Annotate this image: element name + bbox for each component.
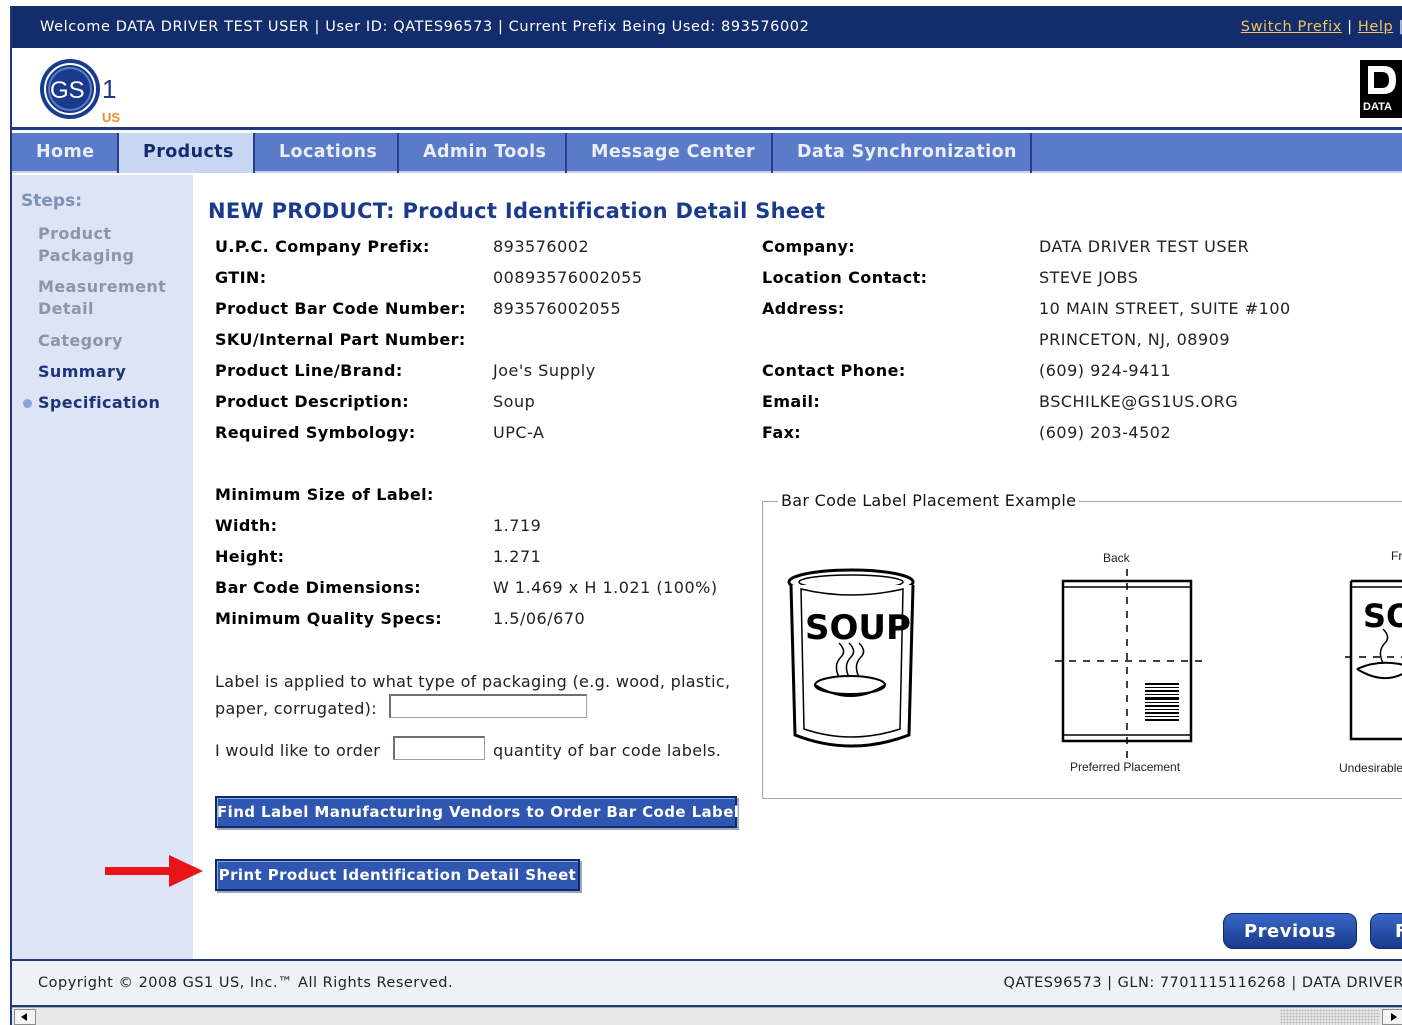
symbology-label: Required Symbology: — [215, 423, 416, 442]
gtin-value: 00893576002055 — [493, 268, 643, 287]
link-separator: | — [1393, 19, 1402, 35]
help-link[interactable]: Help — [1358, 19, 1393, 35]
address-label: Address: — [762, 299, 845, 318]
prefix-label: U.P.C. Company Prefix: — [215, 237, 430, 256]
gs1-logo-us: US — [102, 110, 120, 125]
steps-title: Steps: — [21, 191, 82, 211]
nav-admin-tools[interactable]: Admin Tools — [399, 133, 567, 173]
min-label-size-label: Minimum Size of Label: — [215, 485, 434, 504]
company-value: DATA DRIVER TEST USER — [1039, 237, 1250, 256]
steps-sidebar: Steps: Product Packaging Measurement Det… — [12, 175, 193, 959]
step-product-packaging-1[interactable]: Product — [38, 223, 111, 245]
step-specification[interactable]: Specification — [38, 392, 160, 414]
scrollbar-track[interactable] — [1280, 1009, 1380, 1025]
location-contact-value: STEVE JOBS — [1039, 268, 1139, 287]
nav-locations[interactable]: Locations — [255, 133, 399, 173]
address-line-1: 10 MAIN STREET, SUITE #100 — [1039, 299, 1291, 318]
top-welcome-bar: Welcome DATA DRIVER TEST USER | User ID:… — [12, 6, 1402, 48]
page-title: NEW PRODUCT: Product Identification Deta… — [208, 199, 826, 223]
footer-user-info: QATES96573 | GLN: 7701115116268 | DATA D… — [1003, 975, 1402, 991]
preferred-placement-diagram — [1055, 569, 1205, 759]
nav-home[interactable]: Home — [12, 133, 119, 173]
preferred-placement-caption: Preferred Placement — [1070, 760, 1181, 774]
find-vendors-button[interactable]: Find Label Manufacturing Vendors to Orde… — [215, 796, 748, 828]
symbology-value: UPC-A — [493, 423, 545, 442]
product-description-label: Product Description: — [215, 392, 410, 411]
email-label: Email: — [762, 392, 821, 411]
company-label: Company: — [762, 237, 856, 256]
scroll-left-icon — [21, 1013, 27, 1021]
print-detail-sheet-button[interactable]: Print Product Identification Detail Shee… — [215, 859, 580, 891]
soup-partial-text: SOU — [1363, 597, 1402, 635]
packaging-type-input[interactable] — [389, 694, 587, 718]
previous-button[interactable]: Previous — [1223, 913, 1357, 949]
current-step-bullet-icon — [23, 399, 32, 408]
next-button[interactable]: F — [1370, 913, 1402, 949]
email-value: BSCHILKE@GS1US.ORG — [1039, 392, 1239, 411]
barcode-dimensions-value: W 1.469 x H 1.021 (100%) — [493, 578, 718, 597]
barcode-number-label: Product Bar Code Number: — [215, 299, 466, 318]
red-annotation-arrow-icon — [105, 855, 203, 887]
gs1-us-logo[interactable]: GS 1 US — [38, 56, 128, 126]
address-line-2: PRINCETON, NJ, 08909 — [1039, 330, 1230, 349]
barcode-dimensions-label: Bar Code Dimensions: — [215, 578, 422, 597]
packaging-question-line-2: paper, corrugated): — [215, 699, 377, 718]
height-label: Height: — [215, 547, 285, 566]
order-suffix-text: quantity of bar code labels. — [493, 741, 722, 760]
copyright-text: Copyright © 2008 GS1 US, Inc.™ All Right… — [38, 975, 454, 991]
order-prefix-text: I would like to order — [215, 741, 381, 760]
horizontal-scrollbar[interactable] — [12, 1007, 1402, 1025]
sku-label: SKU/Internal Part Number: — [215, 330, 466, 349]
step-summary[interactable]: Summary — [38, 361, 126, 383]
fax-label: Fax: — [762, 423, 802, 442]
height-value: 1.271 — [493, 547, 542, 566]
main-nav: Home Products Locations Admin Tools Mess… — [12, 133, 1402, 173]
fax-value: (609) 203-4502 — [1039, 423, 1172, 442]
placement-example-legend: Bar Code Label Placement Example — [778, 491, 1080, 510]
product-line-label: Product Line/Brand: — [215, 361, 403, 380]
soup-can-illustration: SOUP — [787, 568, 915, 748]
soup-label-text: SOUP — [805, 608, 911, 648]
gtin-label: GTIN: — [215, 268, 267, 287]
undesirable-caption: Undesirable — [1339, 761, 1402, 775]
contact-phone-value: (609) 924-9411 — [1039, 361, 1172, 380]
barcode-number-value: 893576002055 — [493, 299, 622, 318]
product-line-value: Joe's Supply — [493, 361, 596, 380]
step-measurement-detail-2[interactable]: Detail — [38, 298, 94, 320]
nav-products[interactable]: Products — [119, 133, 255, 173]
quality-specs-label: Minimum Quality Specs: — [215, 609, 443, 628]
link-separator: | — [1341, 19, 1358, 35]
product-description-value: Soup — [493, 392, 536, 411]
scroll-left-button[interactable] — [14, 1009, 36, 1025]
top-links: Switch Prefix | Help | — [1241, 19, 1402, 35]
gs1-logo-one: 1 — [102, 74, 116, 104]
width-label: Width: — [215, 516, 278, 535]
quality-specs-value: 1.5/06/670 — [493, 609, 586, 628]
step-product-packaging-2[interactable]: Packaging — [38, 245, 134, 267]
main-content: NEW PRODUCT: Product Identification Deta… — [193, 175, 1402, 959]
front-caption: Fr — [1391, 549, 1402, 563]
footer: Copyright © 2008 GS1 US, Inc.™ All Right… — [12, 959, 1402, 1007]
width-value: 1.719 — [493, 516, 542, 535]
packaging-question-line-1: Label is applied to what type of packagi… — [215, 672, 731, 691]
undesirable-placement-diagram: SOU — [1345, 579, 1402, 741]
step-measurement-detail-1[interactable]: Measurement — [38, 276, 166, 298]
location-contact-label: Location Contact: — [762, 268, 928, 287]
browser-frame: Welcome DATA DRIVER TEST USER | User ID:… — [10, 6, 1402, 1025]
contact-phone-label: Contact Phone: — [762, 361, 906, 380]
step-category[interactable]: Category — [38, 330, 123, 352]
dd-logo-text: DATA — [1363, 101, 1392, 113]
nav-data-synchronization[interactable]: Data Synchronization — [773, 133, 1032, 173]
welcome-text: Welcome DATA DRIVER TEST USER | User ID:… — [40, 19, 810, 35]
scroll-right-button[interactable] — [1382, 1009, 1402, 1025]
nav-message-center[interactable]: Message Center — [567, 133, 773, 173]
logo-row: GS 1 US DATA — [12, 48, 1402, 130]
prefix-value: 893576002 — [493, 237, 590, 256]
switch-prefix-link[interactable]: Switch Prefix — [1241, 19, 1342, 35]
scroll-right-icon — [1391, 1013, 1397, 1021]
order-quantity-input[interactable] — [393, 736, 485, 760]
data-driver-logo: DATA — [1360, 60, 1402, 118]
gs1-logo-text: GS — [50, 77, 85, 104]
